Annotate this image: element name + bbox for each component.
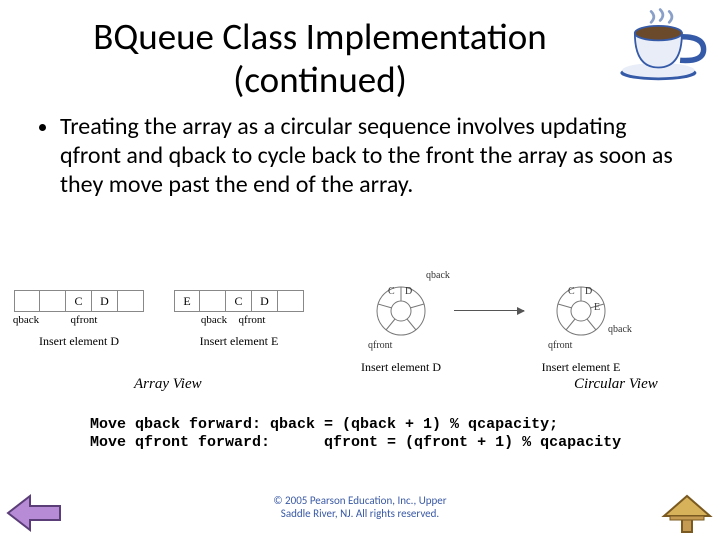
slide: BQueue Class Implementation (continued) …	[0, 0, 720, 540]
caption-insert-d: Insert element D	[346, 360, 456, 375]
cell	[14, 290, 40, 312]
seg-e: E	[594, 302, 600, 313]
array-view-2: E C D qback qfront Insert element E	[174, 290, 304, 349]
footer-line-1: © 2005 Pearson Education, Inc., Upper	[273, 494, 446, 507]
array-view-1: C D qback qfront Insert element D	[14, 290, 144, 349]
code-line-2: Move qfront forward: qfront = (qfront + …	[90, 434, 621, 451]
bullet-1: Treating the array as a circular sequenc…	[60, 113, 684, 199]
seg-d: D	[405, 286, 412, 297]
label-circular-view: Circular View	[574, 376, 658, 393]
coffee-cup-icon	[616, 6, 708, 82]
label-array-view: Array View	[134, 376, 202, 393]
title-line-1: BQueue Class Implementation	[93, 14, 547, 59]
footer-line-2: Saddle River, NJ. All rights reserved.	[281, 507, 439, 520]
circular-view-2: D E C qback qfront Insert element E	[554, 284, 636, 375]
seg-c: C	[388, 286, 395, 297]
code-block: Move qback forward: qback = (qback + 1) …	[90, 416, 720, 452]
label-qback: qback	[608, 324, 632, 335]
next-slide-button[interactable]	[658, 492, 714, 534]
caption-insert-e: Insert element E	[174, 334, 304, 349]
cell	[118, 290, 144, 312]
cell: D	[92, 290, 118, 312]
cell	[40, 290, 66, 312]
copyright-footer: © 2005 Pearson Education, Inc., Upper Sa…	[0, 494, 720, 520]
cell: C	[66, 290, 92, 312]
cell	[200, 290, 226, 312]
code-line-1: Move qback forward: qback = (qback + 1) …	[90, 416, 558, 433]
seg-d: D	[585, 286, 592, 297]
label-qfront: qfront	[232, 314, 272, 326]
title-line-2: (continued)	[233, 57, 407, 102]
circular-view-1: D C qback qfront Insert element D	[374, 284, 456, 375]
label-qback: qback	[426, 270, 450, 281]
cell: E	[174, 290, 200, 312]
label-qback: qback	[6, 314, 46, 326]
prev-slide-button[interactable]	[6, 492, 62, 534]
arrow-icon	[454, 310, 524, 311]
cell	[278, 290, 304, 312]
cell: D	[252, 290, 278, 312]
label-qfront: qfront	[368, 340, 392, 351]
caption-insert-d: Insert element D	[14, 334, 144, 349]
caption-insert-e: Insert element E	[526, 360, 636, 375]
diagram: C D qback qfront Insert element D E C D	[14, 280, 706, 400]
body-text: Treating the array as a circular sequenc…	[0, 101, 720, 199]
label-qback: qback	[196, 314, 232, 326]
seg-c: C	[568, 286, 575, 297]
label-qfront: qfront	[64, 314, 104, 326]
slide-title: BQueue Class Implementation (continued)	[0, 0, 720, 101]
label-qfront: qfront	[548, 340, 572, 351]
cell: C	[226, 290, 252, 312]
